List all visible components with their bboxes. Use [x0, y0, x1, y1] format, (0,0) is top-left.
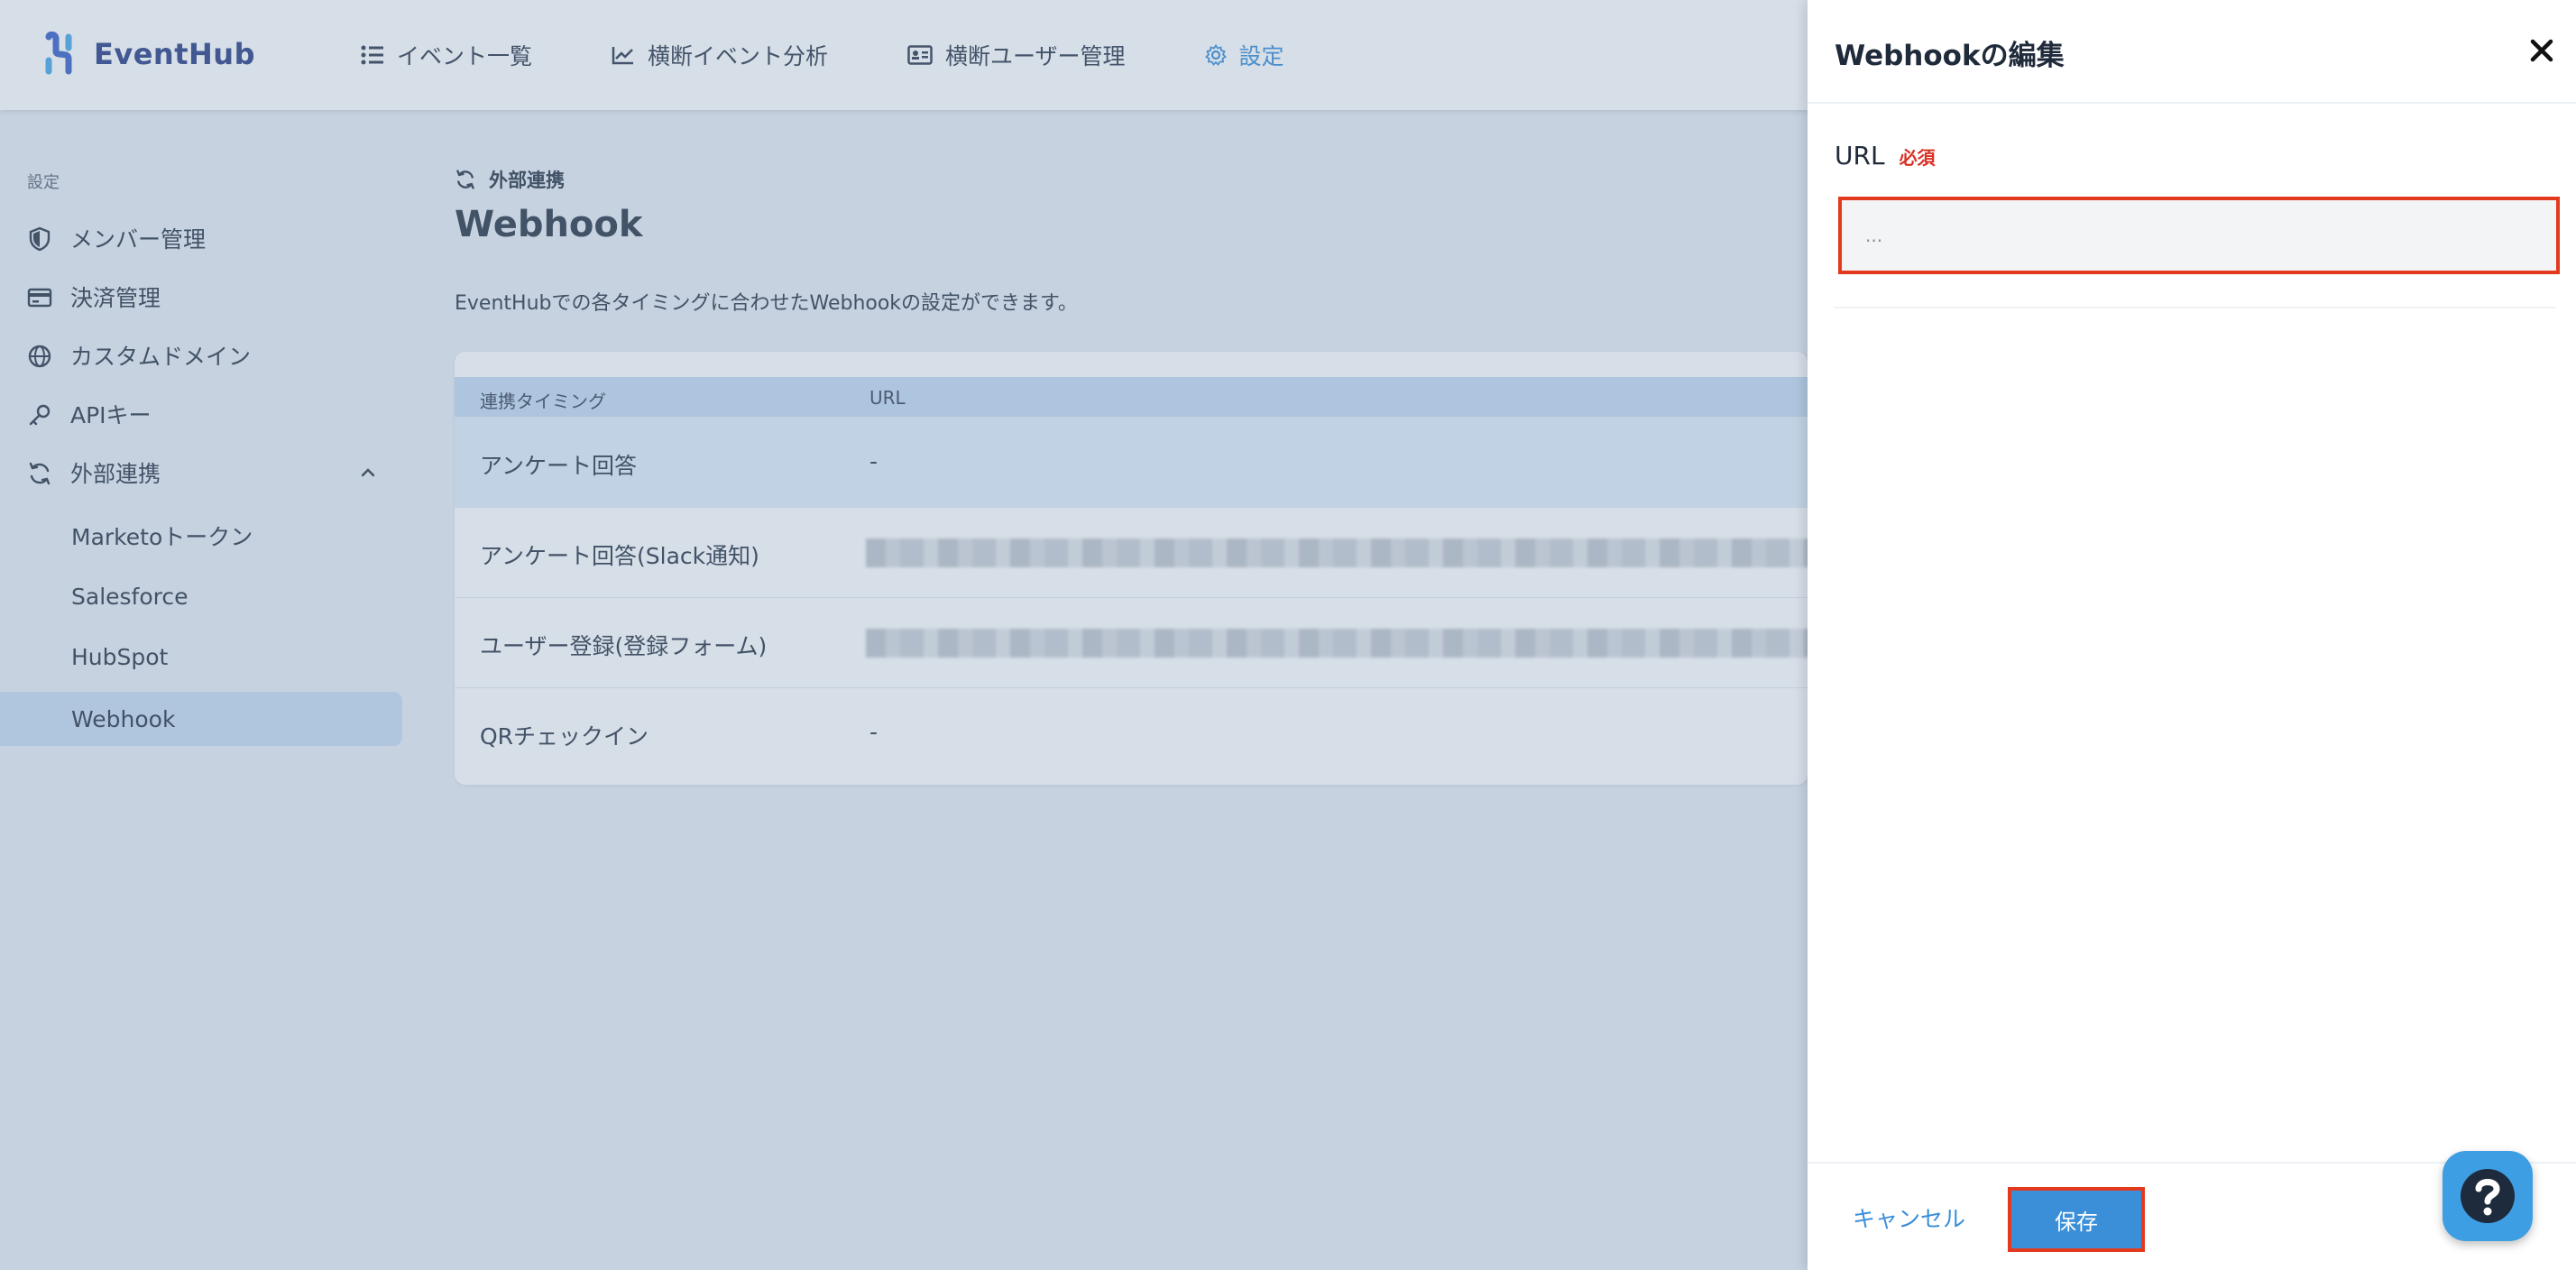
drawer-divider: [1808, 102, 2576, 104]
required-badge: 必須: [1899, 147, 1936, 169]
url-input[interactable]: [1838, 197, 2560, 274]
cancel-button[interactable]: キャンセル: [1853, 1201, 1965, 1234]
url-field-label: URL 必須: [1835, 141, 1936, 170]
close-icon[interactable]: [2525, 34, 2558, 67]
url-label-text: URL: [1835, 141, 1885, 170]
save-button[interactable]: 保存: [2008, 1187, 2145, 1252]
help-button[interactable]: [2443, 1151, 2533, 1241]
drawer-title: Webhookの編集: [1835, 40, 2065, 72]
field-divider: [1835, 307, 2556, 308]
modal-backdrop[interactable]: [0, 0, 1808, 1270]
webhook-edit-drawer: Webhookの編集 URL 必須 キャンセル 保存: [1808, 0, 2576, 1270]
question-icon: [2461, 1169, 2515, 1223]
